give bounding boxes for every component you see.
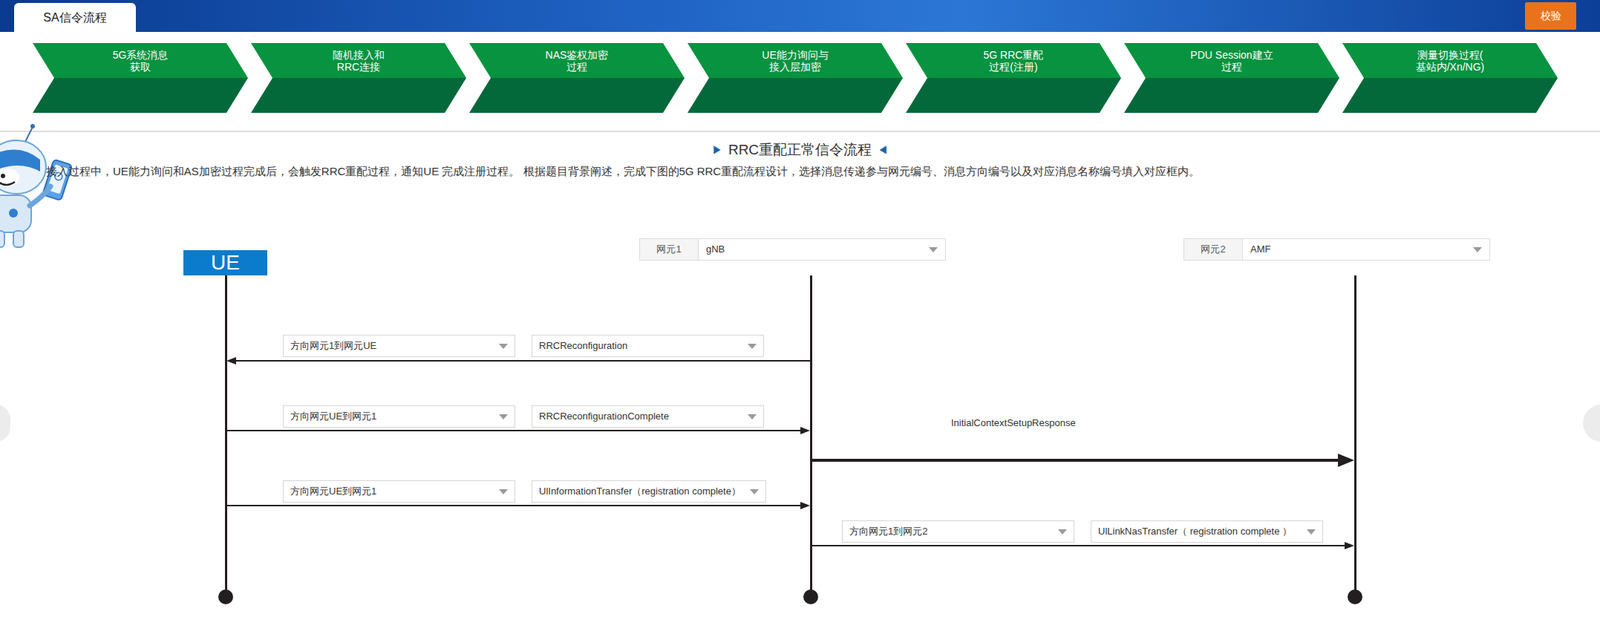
step-label: PDU Session建立 (1190, 49, 1273, 61)
node-tag: 网元1 (640, 239, 699, 260)
lifeline (1354, 275, 1357, 597)
arrowhead-icon (800, 426, 811, 435)
node-selector[interactable]: 网元1 gNB (639, 238, 946, 261)
step-bar: 5G系统消息获取随机接入和RRC连接NAS鉴权加密过程UE能力询问与接入层加密5… (0, 31, 1600, 113)
check-button[interactable]: 校验 (1525, 2, 1577, 30)
step-label: 过程(注册) (988, 60, 1038, 73)
caret-down-icon (498, 414, 508, 420)
lifeline (810, 275, 813, 597)
caret-down-icon (749, 489, 759, 495)
message-select[interactable]: UlLinkNasTransfer（ registration complete… (1090, 520, 1324, 543)
step-label: RRC连接 (337, 60, 381, 73)
lifeline (224, 275, 228, 597)
message-arrow-line (812, 544, 1347, 547)
arrowhead-icon (1344, 541, 1355, 550)
step-label: 5G系统消息 (112, 49, 169, 61)
caret-down-icon (498, 343, 508, 349)
step-chevron[interactable]: PDU Session建立过程 (1124, 43, 1340, 113)
step-label: 过程 (566, 60, 588, 73)
direction-select-text: 方向网元1到网元2 (849, 524, 928, 540)
caret-down-icon (1058, 529, 1067, 535)
ue-box: UE (183, 250, 268, 276)
node-tag-text: 网元2 (1200, 242, 1226, 257)
title-text: RRC重配正常信令流程 (728, 139, 872, 162)
separator (0, 130, 1600, 133)
step-label: 获取 (129, 60, 151, 73)
sequence-diagram: UE 网元1 gNB 网元2 AMF 方向网元1到网元UE RRCReconfigurati… (0, 0, 1600, 634)
step-label: 5G RRC重配 (983, 49, 1044, 61)
node-selector[interactable]: 网元2 AMF (1183, 238, 1491, 261)
node-value: AMF (1250, 242, 1271, 257)
caret-down-icon (747, 343, 757, 349)
flow-tab[interactable]: SA信令流程 (14, 2, 136, 32)
step-chevron[interactable]: UE能力询问与接入层加密 (687, 43, 903, 113)
arrowhead-icon (226, 357, 237, 365)
message-select[interactable]: RRCReconfiguration (531, 334, 764, 358)
caret-down-icon (928, 247, 938, 253)
step-label: UE能力询问与 (761, 49, 828, 61)
top-bar: SA信令流程 校验 (0, 0, 1600, 32)
message-arrow-line (235, 360, 811, 362)
robot-mascot-icon (0, 122, 78, 255)
node-value: gNB (706, 242, 725, 257)
step-chevron[interactable]: NAS鉴权加密过程 (469, 43, 685, 113)
caret-down-icon (1473, 247, 1482, 253)
step-label: 基站内/Xn/NG) (1415, 60, 1485, 73)
message-select-text: RRCReconfigurationComplete (539, 409, 669, 424)
step-chevron[interactable]: 5G系统消息获取 (32, 43, 248, 113)
node-tag: 网元2 (1184, 239, 1243, 260)
direction-select[interactable]: 方向网元1到网元UE (282, 334, 516, 358)
direction-select[interactable]: 方向网元UE到网元1 (282, 480, 516, 503)
caret-down-icon (747, 414, 757, 420)
message-select-text: UlLinkNasTransfer（ registration complete… (1098, 524, 1292, 540)
lifeline-end-dot (218, 589, 234, 605)
arrowhead-icon (1337, 453, 1355, 468)
direction-select[interactable]: 方向网元1到网元2 (841, 520, 1075, 543)
description-text: 接入过程中，UE能力询问和AS加密过程完成后，会触发RRC重配过程，通知UE 完… (46, 164, 1200, 178)
section-description: 接入过程中，UE能力询问和AS加密过程完成后，会触发RRC重配过程，通知UE 完… (0, 164, 1600, 179)
caret-down-icon (1306, 529, 1316, 535)
step-chevron[interactable]: 5G RRC重配过程(注册) (905, 43, 1122, 113)
step-label: NAS鉴权加密 (545, 49, 609, 61)
direction-select[interactable]: 方向网元UE到网元1 (282, 405, 516, 428)
message-label: InitialContextSetupResponse (951, 415, 1076, 431)
step-label: 接入层加密 (769, 60, 822, 73)
message-select[interactable]: UlInformationTransfer（registration compl… (531, 480, 767, 503)
main-panel: 5G系统消息获取随机接入和RRC连接NAS鉴权加密过程UE能力询问与接入层加密5… (0, 31, 1600, 634)
message-select-text: RRCReconfiguration (539, 338, 628, 354)
lifeline-end-dot (1347, 589, 1363, 605)
message-arrow-line (227, 504, 802, 507)
caret-down-icon (498, 489, 508, 495)
step-label: 随机接入和 (332, 49, 385, 61)
lifeline-end-dot (803, 589, 819, 605)
title-mark: ▶ (712, 142, 723, 159)
message-select[interactable]: RRCReconfigurationComplete (531, 405, 764, 428)
check-label: 校验 (1540, 8, 1562, 24)
direction-select-text: 方向网元UE到网元1 (290, 409, 377, 424)
direction-select-text: 方向网元1到网元UE (290, 338, 377, 354)
step-label: 过程 (1221, 60, 1243, 73)
section-title: ▶ RRC重配正常信令流程 ◀ (0, 139, 1600, 162)
node-select[interactable]: AMF (1242, 239, 1490, 260)
ue-label: UE (210, 250, 240, 274)
step-chevron[interactable]: 随机接入和RRC连接 (250, 43, 467, 113)
tab-label: SA信令流程 (43, 8, 107, 27)
robot-svg-icon (0, 122, 78, 255)
step-chevron[interactable]: 测量切换过程(基站内/Xn/NG) (1342, 43, 1558, 113)
message-arrow-line (812, 458, 1340, 462)
step-label: 测量切换过程( (1417, 49, 1484, 61)
message-arrow-line (227, 429, 802, 432)
message-select-text: UlInformationTransfer（registration compl… (539, 484, 741, 499)
title-mark: ◀ (877, 142, 888, 159)
node-select[interactable]: gNB (698, 239, 946, 260)
node-tag-text: 网元1 (656, 242, 681, 257)
arrowhead-icon (800, 501, 811, 510)
direction-select-text: 方向网元UE到网元1 (290, 484, 377, 499)
